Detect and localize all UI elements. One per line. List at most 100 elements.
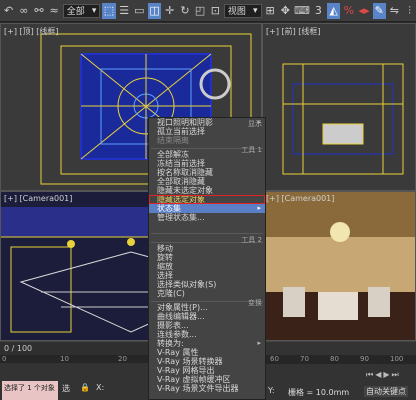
viewport-label[interactable]: [+] [Camera001]	[266, 194, 334, 203]
menu-item[interactable]: 隐藏未选定对象	[149, 186, 265, 195]
menu-separator: 变换	[151, 298, 263, 307]
select-object-icon[interactable]: ⬚	[102, 2, 116, 19]
maxscript-listener[interactable]: 选择了 1 个对象	[2, 381, 58, 400]
unlink-icon[interactable]: ⚯	[32, 3, 45, 19]
chevron-down-icon: ▾	[91, 5, 97, 16]
menu-item[interactable]: 全部解冻	[149, 150, 265, 159]
menu-item-hide-selection[interactable]: 隐藏选定对象	[149, 195, 265, 204]
move-icon[interactable]: ✛	[163, 3, 176, 19]
menu-item-label: V-Ray 场景转换器	[157, 357, 223, 366]
menu-item-state-sets[interactable]: 状态集 ▸	[149, 204, 265, 213]
3dsmax-window: ↶ ∞ ⚯ ≈ 全部 ▾ ⬚ ☰ ▭ ◫ ✛ ↻ ◰ ⊡ 视图 ▾ ⊞ ✥ ⌨ …	[0, 0, 416, 400]
menu-item[interactable]: 选择	[149, 271, 265, 280]
viewport-label[interactable]: [+] [前] [线框]	[266, 26, 321, 37]
mirror-icon[interactable]: ⇋	[388, 3, 401, 19]
menu-item-label: 隐藏未选定对象	[157, 186, 213, 195]
align-icon[interactable]: ⫶	[403, 3, 416, 19]
main-toolbar: ↶ ∞ ⚯ ≈ 全部 ▾ ⬚ ☰ ▭ ◫ ✛ ↻ ◰ ⊡ 视图 ▾ ⊞ ✥ ⌨ …	[0, 0, 416, 22]
link-icon[interactable]: ∞	[17, 3, 30, 19]
chevron-down-icon: ▾	[253, 5, 258, 16]
reference-coord-value: 视图	[227, 7, 246, 17]
time-slider[interactable]: 0 / 100 0 10 20	[0, 341, 148, 364]
spinner-snap-icon[interactable]: ◂▸	[357, 3, 370, 19]
menu-item-label: 转换为:	[157, 339, 184, 348]
menu-item[interactable]: 旋转	[149, 253, 265, 262]
select-by-name-icon[interactable]: ☰	[118, 3, 131, 19]
menu-item[interactable]: V-Ray 虚拟帧缓冲区	[149, 375, 265, 384]
viewport-front[interactable]: [+] [前] [线框]	[262, 23, 416, 191]
undo-icon[interactable]: ↶	[2, 3, 15, 19]
menu-item-label: 全部解冻	[157, 150, 189, 159]
playback-controls[interactable]: ⏮◀▶⏭	[366, 370, 401, 380]
quad-header-display: 显示	[248, 120, 262, 128]
menu-item[interactable]: 缩放	[149, 262, 265, 271]
viewport-label[interactable]: [+] [Camera001]	[4, 194, 72, 203]
rect-selection-icon[interactable]: ▭	[133, 3, 146, 19]
tick-label: 90	[360, 355, 369, 363]
menu-item[interactable]: 克隆(C)	[149, 289, 265, 298]
percent-snap-icon[interactable]: %	[342, 3, 355, 19]
menu-item[interactable]: 连线参数...	[149, 330, 265, 339]
menu-separator: 工具 1	[151, 145, 263, 154]
chevron-right-icon: ▸	[257, 204, 261, 212]
menu-item[interactable]: 选择类似对象(S)	[149, 280, 265, 289]
pivot-center-icon[interactable]: ⊞	[264, 3, 277, 19]
select-manipulate-icon[interactable]: ✥	[279, 3, 292, 19]
menu-item[interactable]: V-Ray 场景文件导出器	[149, 384, 265, 393]
menu-item-label: 移动	[157, 244, 173, 253]
x-coordinate-label[interactable]: X:	[96, 383, 104, 392]
frame-counter[interactable]: 0 / 100	[4, 344, 32, 353]
window-crossing-icon[interactable]: ◫	[147, 2, 162, 19]
menu-item-label: 选择	[157, 271, 173, 280]
front-wireframe	[282, 63, 404, 175]
menu-item-label: 曲线编辑器...	[157, 312, 205, 321]
menu-item[interactable]: 转换为: ▸	[149, 339, 265, 348]
menu-item[interactable]: V-Ray 场景转换器	[149, 357, 265, 366]
tick-label: 10	[60, 355, 69, 363]
angle-snap-icon[interactable]: ◭	[327, 2, 341, 19]
menu-item[interactable]: 移动	[149, 244, 265, 253]
scale-icon[interactable]: ◰	[194, 3, 207, 19]
placement-icon[interactable]: ⊡	[209, 3, 222, 19]
menu-item[interactable]: 按名称取消隐藏	[149, 168, 265, 177]
y-coordinate-label[interactable]: Y:	[268, 386, 275, 395]
bind-space-warp-icon[interactable]: ≈	[48, 3, 61, 19]
tick-label: 0	[2, 355, 7, 363]
grid-spacing-label: 栅格 = 10.0mm	[288, 388, 350, 397]
quad-context-menu: 视口照明和阴影 ▸ 孤立当前选择 结束隔离 工具 1 全部解冻 冻结当前选择 按…	[148, 117, 266, 400]
named-sets-icon[interactable]: ✎	[372, 2, 386, 19]
menu-item-label: 全部取消隐藏	[157, 177, 205, 186]
menu-item-label: 孤立当前选择	[157, 127, 205, 136]
menu-item-label: 缩放	[157, 262, 173, 271]
menu-separator: 显示	[151, 120, 263, 234]
reference-coord-dropdown[interactable]: 视图 ▾	[223, 3, 262, 18]
auto-key-button[interactable]: 自动关键点	[364, 386, 408, 397]
menu-item[interactable]: 冻结当前选择	[149, 159, 265, 168]
menu-item[interactable]: 曲线编辑器...	[149, 312, 265, 321]
snaps-toggle-icon[interactable]: 3	[312, 3, 325, 19]
menu-item[interactable]: V-Ray 网格导出	[149, 366, 265, 375]
menu-item-label: 隐藏选定对象	[157, 195, 205, 204]
menu-item-label: 管理状态集...	[157, 213, 205, 222]
viewport-render[interactable]: [+] [Camera001]	[262, 191, 416, 341]
menu-item[interactable]: V-Ray 属性	[149, 348, 265, 357]
menu-item[interactable]: 对象属性(P)...	[149, 303, 265, 312]
menu-item-label: V-Ray 虚拟帧缓冲区	[157, 375, 231, 384]
lock-icon[interactable]: 🔒	[80, 383, 90, 392]
rotate-icon[interactable]: ↻	[178, 3, 191, 19]
menu-item[interactable]: 摄影表...	[149, 321, 265, 330]
menu-item-label: 克隆(C)	[157, 289, 185, 298]
menu-item-label: V-Ray 网格导出	[157, 366, 215, 375]
menu-item[interactable]: 管理状态集...	[149, 213, 265, 222]
menu-item[interactable]: 结束隔离	[149, 136, 265, 145]
selection-filter-dropdown[interactable]: 全部 ▾	[62, 3, 101, 18]
menu-item-label: 对象属性(P)...	[157, 303, 208, 312]
keyboard-shortcut-icon[interactable]: ⌨	[294, 3, 310, 19]
status-bar-right: 60 70 80 90 100 ⏮◀▶⏭ Y: 栅格 = 10.0mm 自动关键…	[266, 341, 416, 400]
menu-item[interactable]: 全部取消隐藏	[149, 177, 265, 186]
menu-item-label: 状态集	[157, 204, 181, 213]
menu-item-label: 冻结当前选择	[157, 159, 205, 168]
track-bar-right[interactable]: 60 70 80 90 100	[266, 355, 416, 364]
viewport-label[interactable]: [+] [顶] [线框]	[4, 26, 59, 37]
selection-lock-button[interactable]: 选	[62, 383, 70, 394]
